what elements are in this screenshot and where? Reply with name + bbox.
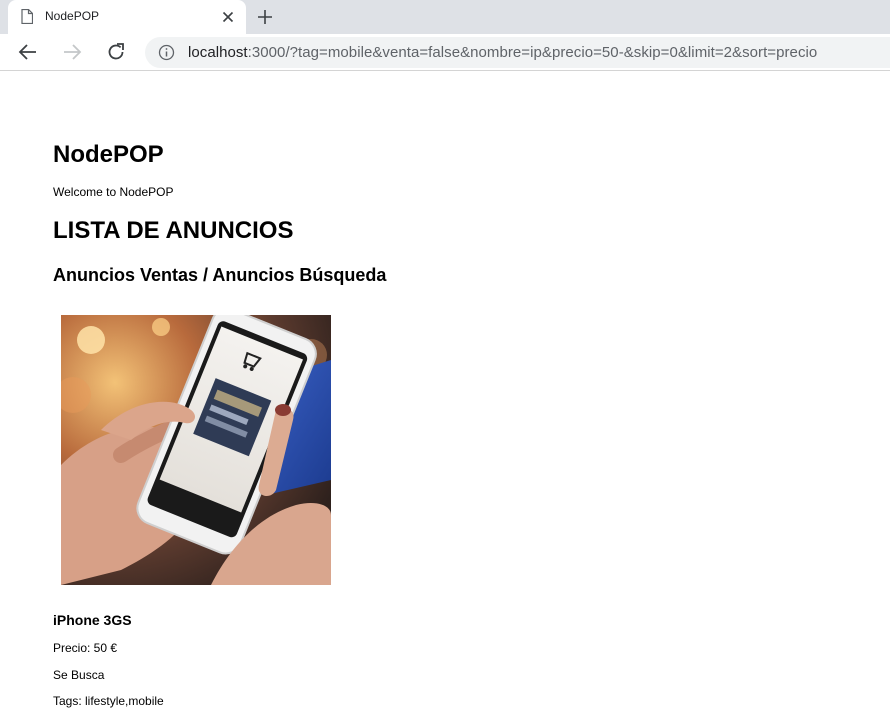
page-icon xyxy=(21,9,33,24)
tab-title: NodePOP xyxy=(45,9,100,23)
url-path: :3000/?tag=mobile&venta=false&nombre=ip&… xyxy=(247,44,818,61)
ad-price: Precio: 50 € xyxy=(53,641,118,655)
arrow-right-icon[interactable] xyxy=(61,41,83,63)
list-title: LISTA DE ANUNCIOS xyxy=(53,217,294,244)
ad-type: Se Busca xyxy=(53,668,105,682)
url-host: localhost xyxy=(188,44,248,61)
ad-tags-label: Tags: xyxy=(53,694,86,708)
ad-name: iPhone 3GS xyxy=(53,612,132,628)
arrow-left-icon[interactable] xyxy=(17,41,39,63)
browser-toolbar: localhost:3000/?tag=mobile&venta=false&n… xyxy=(0,34,890,71)
ad-tags-value: lifestyle,mobile xyxy=(85,694,164,708)
info-icon[interactable] xyxy=(158,44,175,61)
ad-photo xyxy=(61,315,331,585)
tab-strip: NodePOP xyxy=(0,0,890,34)
ad-tags: Tags: lifestyle,mobile xyxy=(53,694,164,708)
close-icon[interactable] xyxy=(221,10,235,24)
plus-icon[interactable] xyxy=(256,8,274,26)
site-title: NodePOP xyxy=(53,141,164,168)
url-text: localhost:3000/?tag=mobile&venta=false&n… xyxy=(188,44,817,61)
reload-icon[interactable] xyxy=(105,41,127,63)
welcome-text: Welcome to NodePOP xyxy=(53,185,174,199)
list-subtitle: Anuncios Ventas / Anuncios Búsqueda xyxy=(53,265,387,285)
address-bar[interactable]: localhost:3000/?tag=mobile&venta=false&n… xyxy=(145,37,890,68)
tab-nodepop[interactable]: NodePOP xyxy=(8,0,246,34)
